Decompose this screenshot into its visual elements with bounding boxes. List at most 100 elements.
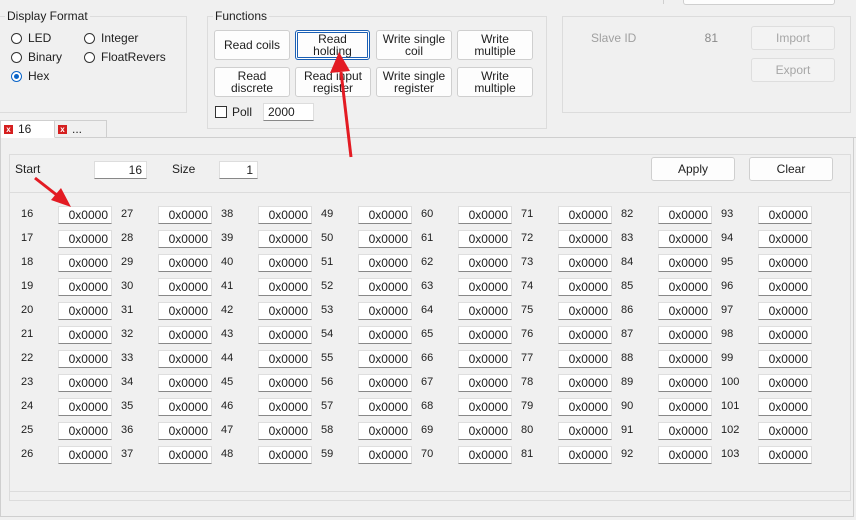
register-value-input[interactable]: 0x0000 <box>758 398 812 416</box>
register-value-input[interactable]: 0x0000 <box>158 446 212 464</box>
register-value-input[interactable]: 0x0000 <box>458 422 512 440</box>
register-value-input[interactable]: 0x0000 <box>358 422 412 440</box>
register-value-input[interactable]: 0x0000 <box>758 302 812 320</box>
radio-binary[interactable]: Binary <box>11 50 62 64</box>
radio-integer-dot[interactable] <box>84 32 95 44</box>
tab-16[interactable]: x 16 <box>0 120 55 138</box>
register-value-input[interactable]: 0x0000 <box>558 230 612 248</box>
register-value-input[interactable]: 0x0000 <box>58 302 112 320</box>
register-value-input[interactable]: 0x0000 <box>658 326 712 344</box>
write-multiple-registers-button[interactable]: Write multiple <box>457 67 533 97</box>
register-value-input[interactable]: 0x0000 <box>58 326 112 344</box>
size-input[interactable]: 1 <box>219 161 258 179</box>
register-value-input[interactable]: 0x0000 <box>158 326 212 344</box>
register-value-input[interactable]: 0x0000 <box>58 422 112 440</box>
register-value-input[interactable]: 0x0000 <box>558 374 612 392</box>
radio-hex[interactable]: Hex <box>11 69 49 83</box>
register-value-input[interactable]: 0x0000 <box>758 278 812 296</box>
register-value-input[interactable]: 0x0000 <box>658 278 712 296</box>
register-value-input[interactable]: 0x0000 <box>558 326 612 344</box>
register-value-input[interactable]: 0x0000 <box>458 302 512 320</box>
apply-button[interactable]: Apply <box>651 157 735 181</box>
top-right-button-partial[interactable] <box>683 0 835 5</box>
read-input-register-button[interactable]: Read input register <box>295 67 371 97</box>
register-value-input[interactable]: 0x0000 <box>658 398 712 416</box>
register-value-input[interactable]: 0x0000 <box>158 230 212 248</box>
write-single-coil-button[interactable]: Write single coil <box>376 30 452 60</box>
register-value-input[interactable]: 0x0000 <box>358 254 412 272</box>
register-value-input[interactable]: 0x0000 <box>558 254 612 272</box>
read-holding-button[interactable]: Read holding <box>295 30 370 60</box>
register-value-input[interactable]: 0x0000 <box>258 254 312 272</box>
register-value-input[interactable]: 0x0000 <box>758 230 812 248</box>
register-value-input[interactable]: 0x0000 <box>158 278 212 296</box>
register-value-input[interactable]: 0x0000 <box>758 350 812 368</box>
register-value-input[interactable]: 0x0000 <box>558 206 612 224</box>
register-value-input[interactable]: 0x0000 <box>258 302 312 320</box>
register-value-input[interactable]: 0x0000 <box>458 230 512 248</box>
close-tab-icon[interactable]: x <box>58 124 67 134</box>
register-value-input[interactable]: 0x0000 <box>258 278 312 296</box>
register-value-input[interactable]: 0x0000 <box>258 230 312 248</box>
register-value-input[interactable]: 0x0000 <box>658 302 712 320</box>
register-value-input[interactable]: 0x0000 <box>458 254 512 272</box>
register-value-input[interactable]: 0x0000 <box>758 422 812 440</box>
register-value-input[interactable]: 0x0000 <box>58 374 112 392</box>
register-value-input[interactable]: 0x0000 <box>658 350 712 368</box>
register-value-input[interactable]: 0x0000 <box>558 398 612 416</box>
register-value-input[interactable]: 0x0000 <box>558 278 612 296</box>
register-value-input[interactable]: 0x0000 <box>358 278 412 296</box>
radio-floatrevers-dot[interactable] <box>84 51 95 63</box>
radio-integer[interactable]: Integer <box>84 31 138 45</box>
register-value-input[interactable]: 0x0000 <box>758 206 812 224</box>
register-value-input[interactable]: 0x0000 <box>658 254 712 272</box>
radio-led-dot[interactable] <box>11 32 22 44</box>
register-value-input[interactable]: 0x0000 <box>58 350 112 368</box>
register-value-input[interactable]: 0x0000 <box>458 206 512 224</box>
close-tab-icon[interactable]: x <box>4 124 13 134</box>
register-value-input[interactable]: 0x0000 <box>658 230 712 248</box>
register-value-input[interactable]: 0x0000 <box>658 446 712 464</box>
register-value-input[interactable]: 0x0000 <box>658 206 712 224</box>
register-value-input[interactable]: 0x0000 <box>358 350 412 368</box>
register-value-input[interactable]: 0x0000 <box>558 350 612 368</box>
register-value-input[interactable]: 0x0000 <box>158 398 212 416</box>
register-value-input[interactable]: 0x0000 <box>458 326 512 344</box>
register-value-input[interactable]: 0x0000 <box>458 374 512 392</box>
register-value-input[interactable]: 0x0000 <box>358 326 412 344</box>
register-value-input[interactable]: 0x0000 <box>558 446 612 464</box>
register-value-input[interactable]: 0x0000 <box>158 374 212 392</box>
register-value-input[interactable]: 0x0000 <box>58 230 112 248</box>
write-single-register-button[interactable]: Write single register <box>376 67 452 97</box>
register-value-input[interactable]: 0x0000 <box>258 446 312 464</box>
register-value-input[interactable]: 0x0000 <box>358 230 412 248</box>
radio-binary-dot[interactable] <box>11 51 22 63</box>
register-value-input[interactable]: 0x0000 <box>58 254 112 272</box>
register-value-input[interactable]: 0x0000 <box>758 326 812 344</box>
poll-interval-input[interactable]: 2000 <box>263 103 314 121</box>
register-value-input[interactable]: 0x0000 <box>758 446 812 464</box>
register-value-input[interactable]: 0x0000 <box>758 254 812 272</box>
register-value-input[interactable]: 0x0000 <box>458 350 512 368</box>
register-value-input[interactable]: 0x0000 <box>458 446 512 464</box>
slave-id-input[interactable]: 81 <box>683 29 723 47</box>
register-value-input[interactable]: 0x0000 <box>458 278 512 296</box>
register-value-input[interactable]: 0x0000 <box>158 422 212 440</box>
register-value-input[interactable]: 0x0000 <box>658 374 712 392</box>
register-value-input[interactable]: 0x0000 <box>558 302 612 320</box>
radio-led[interactable]: LED <box>11 31 51 45</box>
register-value-input[interactable]: 0x0000 <box>58 206 112 224</box>
register-value-input[interactable]: 0x0000 <box>458 398 512 416</box>
register-value-input[interactable]: 0x0000 <box>358 302 412 320</box>
register-value-input[interactable]: 0x0000 <box>158 206 212 224</box>
register-value-input[interactable]: 0x0000 <box>258 398 312 416</box>
register-value-input[interactable]: 0x0000 <box>658 422 712 440</box>
register-value-input[interactable]: 0x0000 <box>258 422 312 440</box>
export-button[interactable]: Export <box>751 58 835 82</box>
register-value-input[interactable]: 0x0000 <box>558 422 612 440</box>
read-discrete-button[interactable]: Read discrete <box>214 67 290 97</box>
register-value-input[interactable]: 0x0000 <box>58 446 112 464</box>
register-value-input[interactable]: 0x0000 <box>358 206 412 224</box>
register-value-input[interactable]: 0x0000 <box>258 326 312 344</box>
register-value-input[interactable]: 0x0000 <box>158 254 212 272</box>
